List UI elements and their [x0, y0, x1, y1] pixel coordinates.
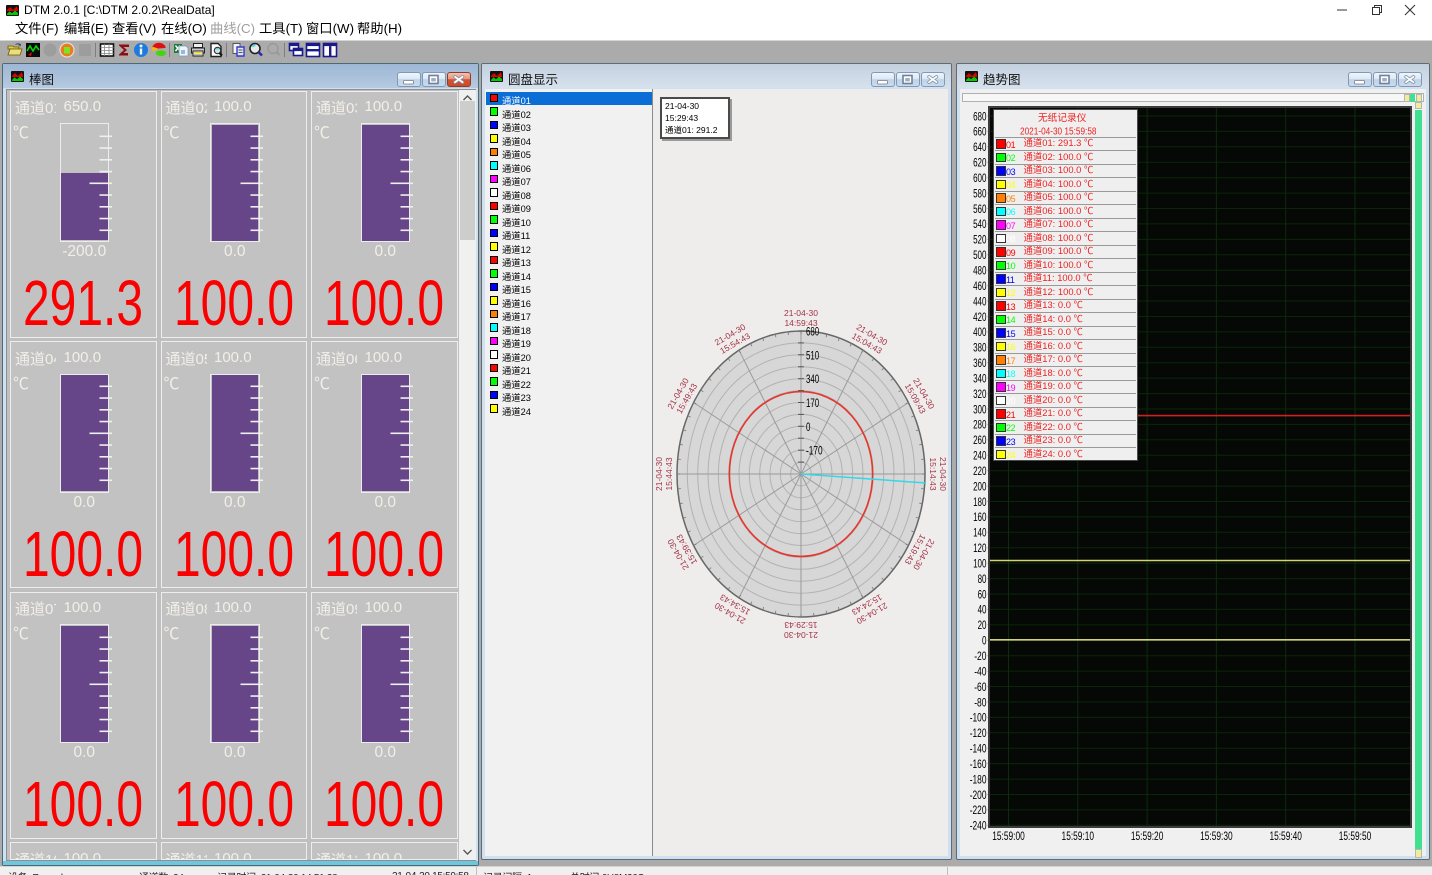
svg-text:15:59:40: 15:59:40: [1269, 831, 1302, 843]
svg-text:360: 360: [973, 356, 987, 370]
svg-text:14:59:43: 14:59:43: [784, 318, 817, 328]
svg-text:120: 120: [973, 541, 987, 555]
svg-text:-40: -40: [974, 664, 987, 678]
svg-text:15:14:43: 15:14:43: [928, 457, 938, 490]
svg-text:140: 140: [973, 526, 987, 540]
svg-text:580: 580: [973, 186, 987, 200]
svg-text:660: 660: [973, 125, 987, 139]
svg-text:240: 240: [973, 449, 987, 463]
svg-text:480: 480: [973, 264, 987, 278]
svg-text:-60: -60: [974, 680, 987, 694]
svg-text:21-04-30: 21-04-30: [654, 457, 664, 491]
svg-text:680: 680: [806, 327, 819, 339]
svg-text:260: 260: [973, 433, 987, 447]
svg-text:560: 560: [973, 202, 987, 216]
svg-text:680: 680: [973, 109, 987, 123]
svg-text:600: 600: [973, 171, 987, 185]
svg-text:-120: -120: [970, 726, 987, 740]
svg-text:340: 340: [973, 371, 987, 385]
svg-text:20: 20: [978, 618, 987, 632]
svg-text:21-04-30: 21-04-30: [938, 457, 948, 491]
svg-text:540: 540: [973, 217, 987, 231]
svg-text:15:59:10: 15:59:10: [1062, 831, 1095, 843]
svg-text:-220: -220: [970, 803, 987, 817]
svg-text:15:59:30: 15:59:30: [1200, 831, 1233, 843]
svg-text:-180: -180: [970, 772, 987, 786]
svg-text:-170: -170: [806, 446, 823, 458]
svg-text:-20: -20: [974, 649, 987, 663]
svg-text:500: 500: [973, 248, 987, 262]
svg-text:-200: -200: [970, 788, 987, 802]
svg-text:200: 200: [973, 479, 987, 493]
svg-text:0: 0: [806, 422, 810, 434]
svg-text:280: 280: [973, 418, 987, 432]
svg-text:0: 0: [982, 634, 987, 648]
svg-text:15:59:00: 15:59:00: [992, 831, 1025, 843]
svg-text:440: 440: [973, 294, 987, 308]
svg-text:160: 160: [973, 510, 987, 524]
svg-text:-160: -160: [970, 757, 987, 771]
svg-text:15:29:43: 15:29:43: [784, 620, 817, 630]
svg-text:400: 400: [973, 325, 987, 339]
svg-text:460: 460: [973, 279, 987, 293]
svg-text:80: 80: [978, 572, 987, 586]
svg-text:620: 620: [973, 156, 987, 170]
svg-text:100: 100: [973, 557, 987, 571]
svg-text:21-04-30: 21-04-30: [784, 308, 818, 318]
svg-text:220: 220: [973, 464, 987, 478]
svg-text:15:59:20: 15:59:20: [1131, 831, 1164, 843]
svg-text:300: 300: [973, 402, 987, 416]
svg-text:320: 320: [973, 387, 987, 401]
svg-text:380: 380: [973, 341, 987, 355]
svg-text:-100: -100: [970, 711, 987, 725]
svg-text:15:44:43: 15:44:43: [664, 457, 674, 490]
svg-text:510: 510: [806, 350, 819, 362]
svg-text:-80: -80: [974, 695, 987, 709]
svg-text:170: 170: [806, 398, 819, 410]
svg-text:640: 640: [973, 140, 987, 154]
svg-text:180: 180: [973, 495, 987, 509]
svg-text:420: 420: [973, 310, 987, 324]
svg-text:-140: -140: [970, 742, 987, 756]
svg-text:520: 520: [973, 233, 987, 247]
svg-text:15:59:50: 15:59:50: [1339, 831, 1372, 843]
svg-text:340: 340: [806, 374, 819, 386]
svg-text:60: 60: [978, 587, 987, 601]
svg-text:21-04-30: 21-04-30: [784, 630, 818, 640]
svg-text:40: 40: [978, 603, 987, 617]
